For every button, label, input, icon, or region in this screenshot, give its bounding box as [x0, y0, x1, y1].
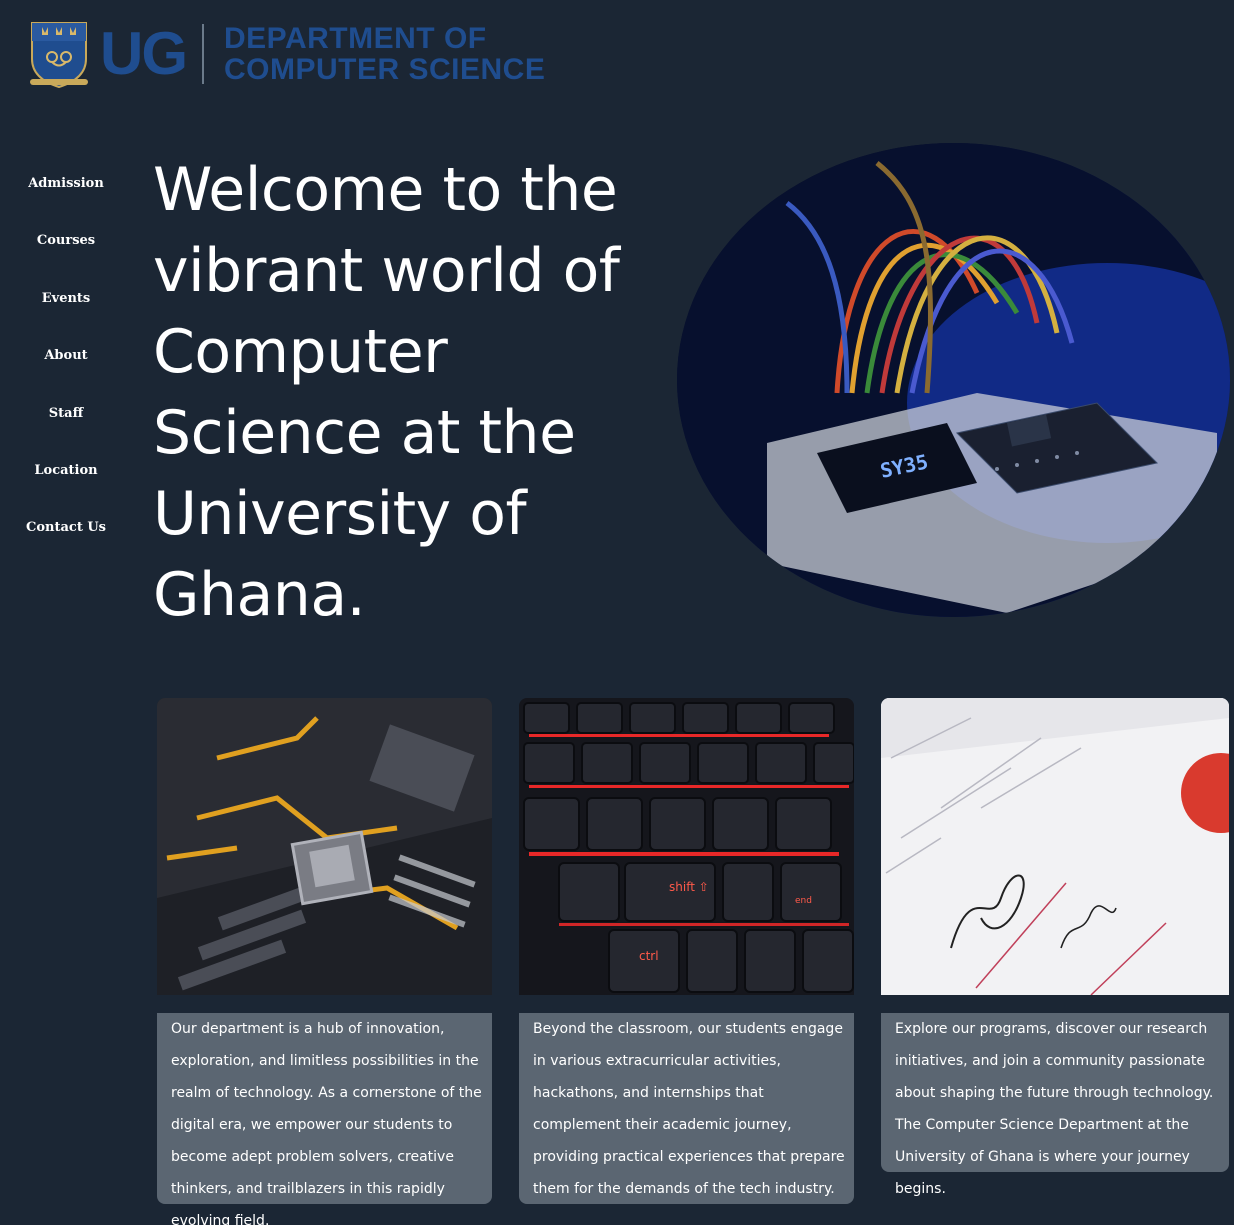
nav-link-staff[interactable]: Staff: [49, 398, 84, 421]
nav-link-location[interactable]: Location: [34, 455, 97, 478]
nav-link-contact-us[interactable]: Contact Us: [26, 512, 106, 535]
site-logo[interactable]: UG DEPARTMENT OF COMPUTER SCIENCE: [28, 18, 545, 90]
nav-item-location: Location: [0, 455, 132, 512]
card-image-certificate: [881, 698, 1229, 995]
card-image-motherboard: [157, 698, 492, 995]
department-line-2: COMPUTER SCIENCE: [224, 53, 546, 86]
nav-link-admission[interactable]: Admission: [28, 168, 104, 191]
ug-crest-icon: [28, 19, 90, 89]
hero-title: Welcome to the vibrant world of Computer…: [153, 155, 620, 630]
hero-image-circuit-board: SY35: [677, 143, 1230, 617]
logo-department-name: DEPARTMENT OF COMPUTER SCIENCE: [224, 23, 545, 85]
logo-divider: [202, 24, 204, 84]
sidebar-nav: Admission Courses Events About Staff Loc…: [0, 168, 132, 570]
department-line-1: DEPARTMENT OF: [224, 22, 487, 55]
card-description-1: Our department is a hub of innovation, e…: [157, 1013, 492, 1225]
card-description-2: Beyond the classroom, our students engag…: [519, 1013, 854, 1204]
nav-item-courses: Courses: [0, 225, 132, 282]
key-label-ctrl: ctrl: [639, 949, 659, 963]
nav-item-staff: Staff: [0, 398, 132, 455]
key-label-end: end: [795, 896, 812, 906]
card-image-keyboard: shift ⇧ ctrl end: [519, 698, 854, 995]
nav-item-admission: Admission: [0, 168, 132, 225]
nav-item-about: About: [0, 340, 132, 397]
nav-link-events[interactable]: Events: [42, 283, 91, 306]
nav-link-about[interactable]: About: [44, 340, 87, 363]
nav-link-courses[interactable]: Courses: [37, 225, 95, 248]
key-label-shift: shift ⇧: [669, 880, 709, 894]
nav-item-contact-us: Contact Us: [0, 512, 132, 569]
logo-abbreviation: UG: [100, 20, 188, 87]
card-description-3: Explore our programs, discover our resea…: [881, 1013, 1229, 1197]
nav-item-events: Events: [0, 283, 132, 340]
